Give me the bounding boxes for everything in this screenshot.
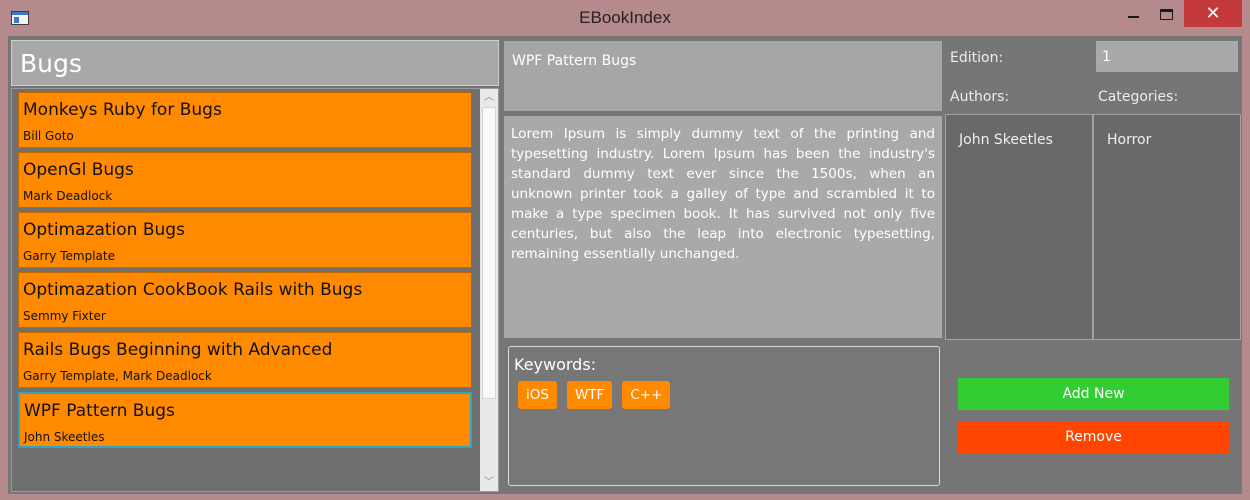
book-list-item[interactable]: Optimazation CookBook Rails with Bugs Se…: [18, 272, 472, 328]
edition-input[interactable]: [1096, 41, 1238, 72]
book-item-authors: Mark Deadlock: [23, 189, 113, 203]
book-list-item-selected[interactable]: WPF Pattern Bugs John Skeetles: [18, 392, 472, 448]
maximize-button[interactable]: [1149, 0, 1183, 28]
keyword-tag[interactable]: WTF: [566, 381, 613, 409]
book-item-title: WPF Pattern Bugs: [24, 401, 175, 421]
maximize-icon: [1159, 8, 1173, 20]
book-title-value: WPF Pattern Bugs: [512, 53, 637, 69]
book-item-title: OpenGl Bugs: [23, 160, 134, 180]
window-title: EBookIndex: [579, 8, 671, 27]
book-item-title: Rails Bugs Beginning with Advanced: [23, 340, 333, 360]
book-item-authors: Semmy Fixter: [23, 309, 106, 323]
scroll-thumb[interactable]: [482, 107, 496, 399]
book-list-item[interactable]: OpenGl Bugs Mark Deadlock: [18, 152, 472, 208]
book-list-item[interactable]: Optimazation Bugs Garry Template: [18, 212, 472, 268]
authors-list[interactable]: John Skeetles: [945, 114, 1093, 340]
scroll-up-arrow-icon[interactable]: ︿: [480, 89, 498, 106]
book-item-authors: John Skeetles: [24, 430, 105, 444]
authors-label: Authors:: [950, 89, 1010, 105]
title-bar: EBookIndex ✕: [0, 0, 1250, 36]
close-icon: ✕: [1205, 3, 1221, 24]
list-scrollbar[interactable]: ︿ ﹀: [480, 89, 498, 491]
book-item-title: Optimazation Bugs: [23, 220, 185, 240]
category-item[interactable]: Horror: [1107, 132, 1151, 148]
remove-button[interactable]: Remove: [958, 421, 1229, 453]
book-list-item[interactable]: Monkeys Ruby for Bugs Bill Goto: [18, 92, 472, 148]
book-item-title: Optimazation CookBook Rails with Bugs: [23, 280, 363, 300]
book-title-field[interactable]: WPF Pattern Bugs: [504, 41, 942, 111]
keyword-tag[interactable]: C++: [622, 381, 671, 409]
keyword-list: iOS WTF C++: [518, 381, 671, 409]
scroll-down-arrow-icon[interactable]: ﹀: [480, 474, 498, 491]
categories-list[interactable]: Horror: [1093, 114, 1241, 340]
keywords-label: Keywords:: [514, 355, 597, 374]
book-list[interactable]: Monkeys Ruby for Bugs Bill Goto OpenGl B…: [11, 88, 499, 492]
book-item-authors: Bill Goto: [23, 129, 74, 143]
book-list-item[interactable]: Rails Bugs Beginning with Advanced Garry…: [18, 332, 472, 388]
category-title: Bugs: [20, 49, 82, 78]
categories-label: Categories:: [1098, 89, 1179, 105]
add-new-button[interactable]: Add New: [958, 378, 1229, 410]
minimize-icon: [1127, 16, 1139, 18]
author-item[interactable]: John Skeetles: [959, 132, 1053, 148]
book-item-title: Monkeys Ruby for Bugs: [23, 100, 222, 120]
main-content: Bugs Monkeys Ruby for Bugs Bill Goto Ope…: [8, 36, 1242, 494]
close-button[interactable]: ✕: [1184, 0, 1242, 27]
description-text: Lorem Ipsum is simply dummy text of the …: [511, 126, 935, 262]
edition-label: Edition:: [950, 50, 1004, 66]
description-field[interactable]: Lorem Ipsum is simply dummy text of the …: [504, 116, 942, 338]
category-header: Bugs: [11, 40, 499, 86]
minimize-button[interactable]: [1117, 0, 1149, 28]
book-item-authors: Garry Template: [23, 249, 115, 263]
book-item-authors: Garry Template, Mark Deadlock: [23, 369, 212, 383]
keyword-tag[interactable]: iOS: [518, 381, 557, 409]
keywords-group: Keywords: iOS WTF C++: [508, 346, 940, 486]
